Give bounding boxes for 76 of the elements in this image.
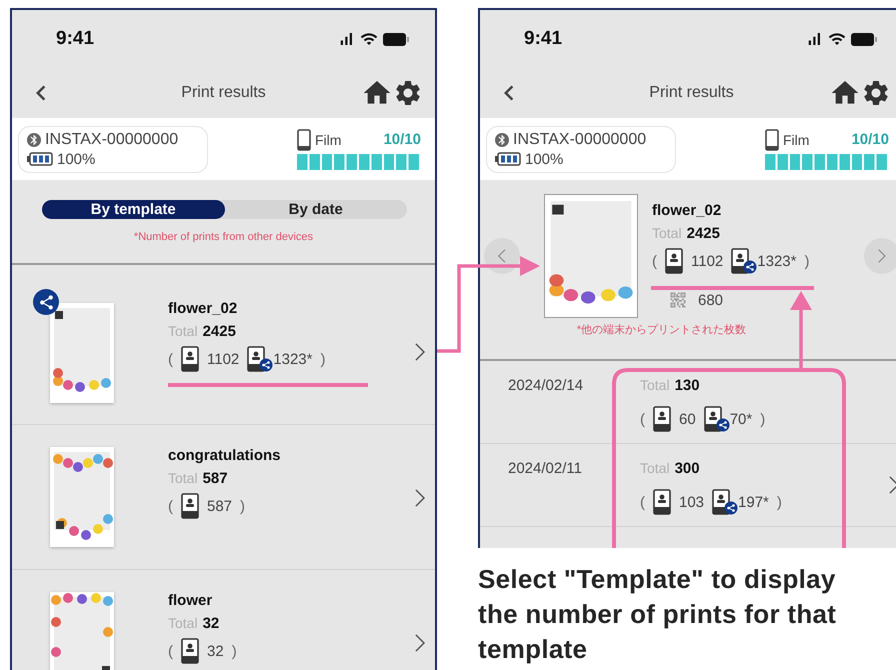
total-count: 2425 bbox=[686, 225, 720, 242]
print-date: 2024/02/11 bbox=[508, 460, 583, 477]
parenthesis: ) bbox=[320, 350, 326, 368]
view-tab[interactable]: By date bbox=[224, 200, 407, 219]
battery-level: 100% bbox=[525, 150, 564, 168]
chevron-icon bbox=[878, 249, 886, 263]
printer-name: INSTAX-00000000 bbox=[45, 130, 178, 148]
template-name: flower_02 bbox=[168, 300, 238, 317]
print-icon bbox=[665, 248, 683, 274]
total-count: 2425 bbox=[202, 323, 236, 340]
status-time: 9:41 bbox=[56, 28, 94, 50]
parenthesis: ) bbox=[776, 494, 782, 510]
chevron-icon bbox=[415, 343, 425, 361]
total-count: 300 bbox=[674, 460, 700, 477]
caption: Select "Template" to display the number of prints for that template bbox=[478, 563, 838, 666]
other-device-count: 197* bbox=[738, 494, 769, 510]
footnote: *他の端末からプリントされた枚数 bbox=[576, 322, 748, 337]
parenthesis: ) bbox=[240, 498, 246, 514]
print-icon bbox=[181, 493, 199, 519]
printer-name: INSTAX-00000000 bbox=[513, 130, 646, 148]
parenthesis: ( bbox=[652, 252, 657, 270]
own-print-count: 103 bbox=[679, 494, 704, 510]
printer-battery-icon bbox=[495, 152, 521, 166]
template-name: flower_02 bbox=[652, 202, 722, 219]
own-print-count: 587 bbox=[207, 498, 232, 514]
parenthesis: ) bbox=[760, 410, 766, 428]
shared-print-icon bbox=[704, 406, 730, 432]
film-icon bbox=[765, 128, 779, 150]
other-device-count: 70* bbox=[730, 410, 752, 428]
battery-level: 100% bbox=[57, 150, 96, 168]
battery-icon bbox=[851, 32, 877, 46]
parenthesis: ( bbox=[168, 350, 173, 368]
shared-print-icon bbox=[712, 489, 738, 515]
footnote: *Number of prints from other devices bbox=[132, 231, 314, 243]
printer-battery-icon bbox=[27, 152, 53, 166]
own-print-count: 32 bbox=[207, 642, 224, 660]
other-device-count: 1323* bbox=[273, 350, 312, 368]
chevron-icon bbox=[498, 249, 506, 263]
status-time: 9:41 bbox=[524, 28, 562, 50]
battery-icon bbox=[383, 32, 409, 46]
film-count: 10/10 bbox=[383, 131, 421, 148]
bluetooth-icon bbox=[27, 132, 41, 146]
chevron-icon bbox=[415, 634, 425, 652]
total-count: 32 bbox=[202, 615, 220, 632]
film-label: Film bbox=[315, 132, 342, 148]
bluetooth-icon bbox=[495, 132, 509, 146]
print-icon bbox=[653, 489, 671, 515]
other-device-count: 1323* bbox=[757, 252, 796, 270]
screen-title: Print results bbox=[648, 84, 735, 102]
own-print-count: 1102 bbox=[207, 350, 240, 368]
screen-title: Print results bbox=[180, 84, 267, 102]
view-tab[interactable]: By template bbox=[42, 200, 224, 219]
parenthesis: ( bbox=[640, 410, 645, 428]
print-icon bbox=[181, 638, 199, 664]
template-name: congratulations bbox=[168, 447, 282, 464]
parenthesis: ( bbox=[640, 494, 645, 510]
total-count: 587 bbox=[202, 470, 228, 487]
print-date: 2024/02/14 bbox=[508, 377, 584, 394]
chevron-icon bbox=[415, 489, 425, 507]
parenthesis: ) bbox=[804, 252, 810, 270]
total-count: 130 bbox=[674, 377, 700, 394]
parenthesis: ) bbox=[232, 642, 237, 660]
print-icon bbox=[181, 346, 199, 372]
shared-print-icon bbox=[731, 248, 758, 274]
template-name: flower bbox=[168, 592, 214, 609]
qr-print-count: 680 bbox=[698, 292, 724, 308]
film-label: Film bbox=[783, 132, 810, 148]
own-print-count: 60 bbox=[679, 410, 696, 428]
shared-print-icon bbox=[247, 346, 274, 372]
film-count: 10/10 bbox=[851, 131, 889, 148]
print-icon bbox=[653, 406, 671, 432]
qr-code-icon bbox=[668, 290, 688, 310]
own-print-count: 1102 bbox=[691, 252, 724, 270]
parenthesis: ( bbox=[168, 498, 173, 514]
film-icon bbox=[297, 128, 311, 150]
parenthesis: ( bbox=[168, 642, 173, 660]
